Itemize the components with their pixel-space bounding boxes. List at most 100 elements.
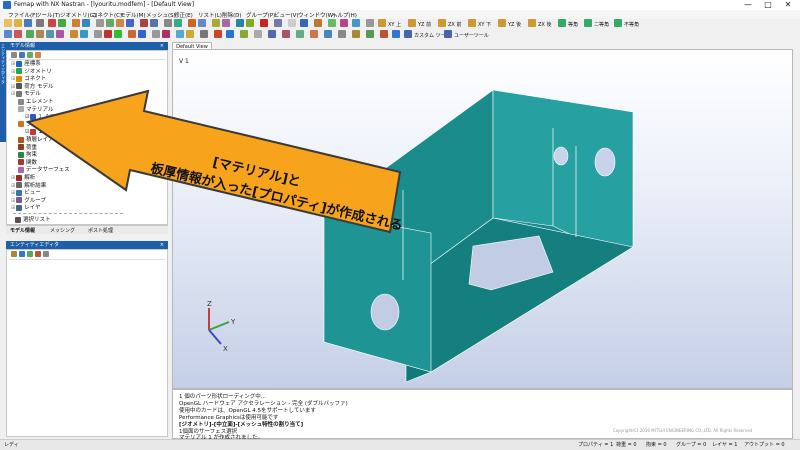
menu-tools[interactable]: ツール(T)	[36, 11, 60, 19]
dropdown-icon[interactable]	[288, 19, 296, 27]
view-yz-front-button[interactable]: YZ 前	[418, 21, 431, 28]
redo-icon[interactable]	[58, 19, 66, 27]
new-file-icon[interactable]	[4, 19, 12, 27]
entity-display-icon[interactable]	[188, 19, 196, 27]
editor-tool-3-icon[interactable]	[27, 251, 33, 257]
tab-model-info[interactable]: モデル情報	[10, 227, 35, 234]
tab-meshing[interactable]: メッシング	[50, 227, 75, 234]
post-data-icon[interactable]	[162, 30, 170, 38]
regenerate-icon[interactable]	[140, 19, 148, 27]
mesh-surface-icon[interactable]	[104, 30, 112, 38]
expand-toggle-icon[interactable]: ⊞	[11, 69, 15, 75]
view-isometric-icon[interactable]	[558, 19, 566, 27]
editor-tool-2-icon[interactable]	[19, 251, 25, 257]
view-trimetric-icon[interactable]	[614, 19, 622, 27]
view-dimetric-button[interactable]: 二等角	[594, 21, 609, 28]
menu-view[interactable]: ビュー(V)	[274, 11, 299, 19]
data-table-icon[interactable]	[340, 19, 348, 27]
view-trimetric-button[interactable]: 不等角	[624, 21, 639, 28]
menu-connect[interactable]: コネクト(C)	[92, 11, 122, 19]
analysis-manager-icon[interactable]	[152, 30, 160, 38]
menu-help[interactable]: ヘルプ(H)	[332, 11, 357, 19]
constraint-icon[interactable]	[138, 30, 146, 38]
select-icon[interactable]	[96, 19, 104, 27]
close-panel-icon[interactable]: ×	[160, 42, 164, 50]
layer-icon[interactable]	[222, 19, 230, 27]
options-icon[interactable]	[366, 19, 374, 27]
menu-window[interactable]: ウィンドウ(W)	[298, 11, 335, 19]
maximize-button[interactable]: □	[758, 0, 778, 10]
rotate-entity-icon[interactable]	[296, 30, 304, 38]
charting-icon[interactable]	[352, 19, 360, 27]
menu-modify[interactable]: 修正(E)	[174, 11, 193, 19]
view-xy-bottom-button[interactable]: XY 下	[478, 21, 491, 28]
mesh-toolbox-icon[interactable]	[328, 19, 336, 27]
user-tools-button[interactable]: ユーザーツール	[454, 32, 489, 39]
view-yz-front-icon[interactable]	[408, 19, 416, 27]
view-xy-bottom-icon[interactable]	[468, 19, 476, 27]
contour-icon[interactable]	[176, 30, 184, 38]
user-tools-icon[interactable]	[444, 30, 452, 38]
expand-toggle-icon[interactable]: ⊞	[11, 190, 15, 196]
delete-icon[interactable]	[14, 30, 22, 38]
color-edit-icon[interactable]	[366, 30, 374, 38]
view-dimetric-icon[interactable]	[584, 19, 592, 27]
animate-icon[interactable]	[246, 19, 254, 27]
freebody-icon[interactable]	[200, 30, 208, 38]
update-icon[interactable]	[338, 30, 346, 38]
view-zx-back-icon[interactable]	[528, 19, 536, 27]
entity-select-icon[interactable]	[4, 30, 12, 38]
view-zx-back-button[interactable]: ZX 後	[538, 21, 551, 28]
undo-icon[interactable]	[48, 19, 56, 27]
expand-toggle-icon[interactable]: ⊞	[11, 205, 15, 211]
filter-icon[interactable]	[240, 30, 248, 38]
merge-icon[interactable]	[392, 30, 400, 38]
color-icon[interactable]	[214, 30, 222, 38]
expand-icon[interactable]	[11, 52, 17, 58]
open-folder-icon[interactable]	[14, 19, 22, 27]
pan-icon[interactable]	[116, 19, 124, 27]
zoom-icon[interactable]	[126, 19, 134, 27]
refresh-icon[interactable]	[27, 52, 33, 58]
snap-icon[interactable]	[274, 19, 282, 27]
mesh-solid-icon[interactable]	[114, 30, 122, 38]
view-style-icon[interactable]	[174, 19, 182, 27]
element-icon[interactable]	[80, 30, 88, 38]
selection-list-item[interactable]: 選択リスト	[15, 216, 51, 224]
deform-icon[interactable]	[186, 30, 194, 38]
workplane-icon[interactable]	[260, 19, 268, 27]
copy-icon[interactable]	[72, 19, 80, 27]
graphics-viewport[interactable]: V 1 Z Y X	[172, 49, 793, 389]
render-icon[interactable]	[164, 19, 172, 27]
label-icon[interactable]	[226, 30, 234, 38]
menu-model[interactable]: モデル(M)	[120, 11, 146, 19]
solid-icon[interactable]	[56, 30, 64, 38]
surface-icon[interactable]	[46, 30, 54, 38]
menu-file[interactable]: ファイル(F)	[8, 11, 37, 19]
menu-list[interactable]: リスト(L)	[198, 11, 222, 19]
expand-toggle-icon[interactable]: ⊞	[11, 198, 15, 204]
scale-icon[interactable]	[310, 30, 318, 38]
filter-tree-icon[interactable]	[19, 52, 25, 58]
save-icon[interactable]	[24, 19, 32, 27]
expand-toggle-icon[interactable]: ⊞	[11, 91, 15, 97]
settings-icon[interactable]	[254, 30, 262, 38]
expand-toggle-icon[interactable]: ⊞	[11, 175, 15, 181]
load-icon[interactable]	[128, 30, 136, 38]
point-icon[interactable]	[26, 30, 34, 38]
model-part[interactable]	[323, 89, 634, 383]
menu-geometry[interactable]: ジオメトリ(G)	[60, 11, 96, 19]
view-xy-top-button[interactable]: XY 上	[388, 21, 401, 28]
view-yz-back-icon[interactable]	[498, 19, 506, 27]
editor-tool-5-icon[interactable]	[43, 251, 49, 257]
close-button[interactable]: ✕	[778, 0, 798, 10]
expand-toggle-icon[interactable]: ⊞	[11, 84, 15, 90]
view-isometric-button[interactable]: 等角	[568, 21, 578, 28]
visibility-checkbox[interactable]: ☑	[25, 129, 29, 135]
menu-mesh[interactable]: メッシュ(S)	[146, 11, 176, 19]
expand-toggle-icon[interactable]: ⊞	[11, 183, 15, 189]
menu-delete[interactable]: 削除(D)	[222, 11, 242, 19]
view-xy-top-icon[interactable]	[378, 19, 386, 27]
tab-post-processing[interactable]: ポスト処理	[88, 227, 113, 234]
close-editor-icon[interactable]: ×	[160, 241, 164, 249]
